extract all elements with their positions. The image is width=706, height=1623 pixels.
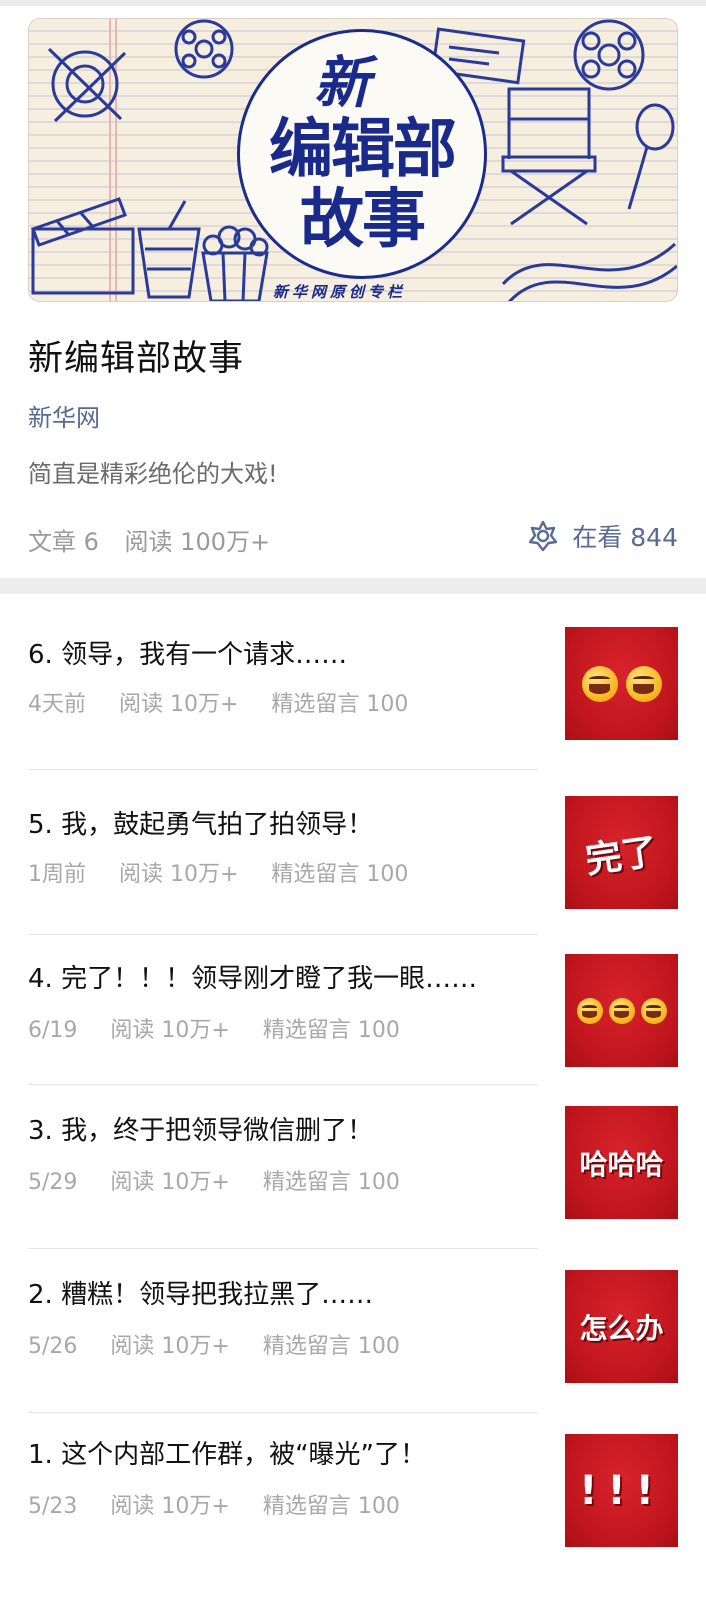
article-thumbnail[interactable]: 哈哈哈 — [565, 1106, 678, 1219]
banner-title-circle: 新 编辑部 故事 — [237, 29, 487, 279]
top-strip — [0, 0, 706, 6]
article-comments: 精选留言 100 — [262, 1018, 400, 1043]
article-reads: 阅读 10万+ — [110, 1334, 230, 1359]
microphone-icon — [627, 103, 675, 210]
banner-title-line1: 新 — [314, 51, 370, 116]
article-thumbnail[interactable] — [565, 627, 678, 740]
article-title[interactable]: 3. 我，终于把领导微信删了！ — [28, 1110, 373, 1147]
banner-title-line2: 编辑部 — [269, 113, 457, 187]
articles-count: 文章 6 — [28, 528, 99, 556]
article-item[interactable]: 3. 我，终于把领导微信删了！ 5/29 阅读 10万+ 精选留言 100 哈哈… — [0, 1084, 706, 1249]
article-date: 5/29 — [28, 1170, 78, 1195]
section-gap — [0, 578, 706, 594]
wow-star-icon — [529, 520, 558, 552]
article-meta: 5/23 阅读 10万+ 精选留言 100 — [28, 1488, 426, 1520]
article-title[interactable]: 5. 我，鼓起勇气拍了拍领导！ — [28, 804, 373, 841]
film-strip-icon — [501, 242, 677, 301]
article-thumbnail[interactable]: !!! — [565, 1434, 678, 1547]
article-title[interactable]: 2. 糟糕！领导把我拉黑了…… — [28, 1274, 373, 1311]
article-item[interactable]: 2. 糟糕！领导把我拉黑了…… 5/26 阅读 10万+ 精选留言 100 怎么… — [0, 1248, 706, 1413]
article-title[interactable]: 4. 完了！！！领导刚才瞪了我一眼…… — [28, 958, 477, 995]
column-banner: 新 编辑部 故事 新华网原创专栏 — [28, 18, 678, 302]
laughing-emoji-icon — [581, 665, 618, 702]
article-meta: 6/19 阅读 10万+ 精选留言 100 — [28, 1012, 426, 1044]
laughing-emoji-icon — [625, 665, 662, 702]
column-author-link[interactable]: 新华网 — [28, 398, 100, 433]
article-comments: 精选留言 100 — [262, 1494, 400, 1519]
film-reel-icon — [174, 19, 234, 79]
article-thumbnail[interactable]: 完了 — [565, 796, 678, 909]
shocked-emoji-icon — [576, 997, 603, 1024]
article-item[interactable]: 4. 完了！！！领导刚才瞪了我一眼…… 6/19 阅读 10万+ 精选留言 10… — [0, 934, 706, 1094]
article-item[interactable]: 6. 领导，我有一个请求…… 4天前 阅读 10万+ 精选留言 100 — [0, 594, 706, 764]
article-date: 1周前 — [28, 862, 86, 887]
banner-title-line3: 故事 — [300, 183, 426, 257]
shocked-emoji-icon — [640, 997, 667, 1024]
article-meta: 1周前 阅读 10万+ 精选留言 100 — [28, 856, 434, 888]
banner-subtitle: 新华网原创专栏 — [273, 283, 407, 301]
article-reads: 阅读 10万+ — [110, 1018, 230, 1043]
article-title[interactable]: 1. 这个内部工作群，被“曝光”了！ — [28, 1434, 426, 1471]
article-title[interactable]: 6. 领导，我有一个请求…… — [28, 634, 347, 671]
spotlight-icon — [47, 47, 127, 123]
director-chair-icon — [501, 87, 597, 226]
article-item[interactable]: 5. 我，鼓起勇气拍了拍领导！ 1周前 阅读 10万+ 精选留言 100 完了 — [0, 770, 706, 940]
article-meta: 5/26 阅读 10万+ 精选留言 100 — [28, 1328, 426, 1360]
watching-label: 在看 844 — [572, 523, 678, 552]
article-reads: 阅读 10万+ — [119, 692, 239, 717]
article-date: 6/19 — [28, 1018, 78, 1043]
article-date: 4天前 — [28, 692, 86, 717]
article-reads: 阅读 10万+ — [110, 1170, 230, 1195]
article-meta: 5/29 阅读 10万+ 精选留言 100 — [28, 1164, 426, 1196]
article-thumbnail[interactable]: 怎么办 — [565, 1270, 678, 1383]
article-date: 5/26 — [28, 1334, 78, 1359]
shocked-emoji-icon — [608, 997, 635, 1024]
thumbnail-text: 怎么办 — [579, 1311, 664, 1345]
thumbnail-text: 哈哈哈 — [579, 1147, 664, 1181]
watching-button[interactable]: 在看 844 — [526, 518, 678, 554]
article-date: 5/23 — [28, 1494, 78, 1519]
article-comments: 精选留言 100 — [271, 862, 409, 887]
column-stats: 文章 6 阅读 100万+ — [28, 522, 288, 557]
article-meta: 4天前 阅读 10万+ 精选留言 100 — [28, 686, 434, 718]
article-thumbnail[interactable] — [565, 954, 678, 1067]
column-title: 新编辑部故事 — [28, 339, 245, 379]
article-comments: 精选留言 100 — [262, 1170, 400, 1195]
thumbnail-text: 完了 — [583, 830, 661, 882]
article-comments: 精选留言 100 — [271, 692, 409, 717]
column-description: 简直是精彩绝伦的大戏! — [28, 460, 278, 488]
thumbnail-text: !!! — [579, 1467, 664, 1514]
reads-count: 阅读 100万+ — [124, 528, 271, 556]
article-reads: 阅读 10万+ — [119, 862, 239, 887]
article-item[interactable]: 1. 这个内部工作群，被“曝光”了！ 5/23 阅读 10万+ 精选留言 100… — [0, 1412, 706, 1577]
article-comments: 精选留言 100 — [262, 1334, 400, 1359]
article-reads: 阅读 10万+ — [110, 1494, 230, 1519]
